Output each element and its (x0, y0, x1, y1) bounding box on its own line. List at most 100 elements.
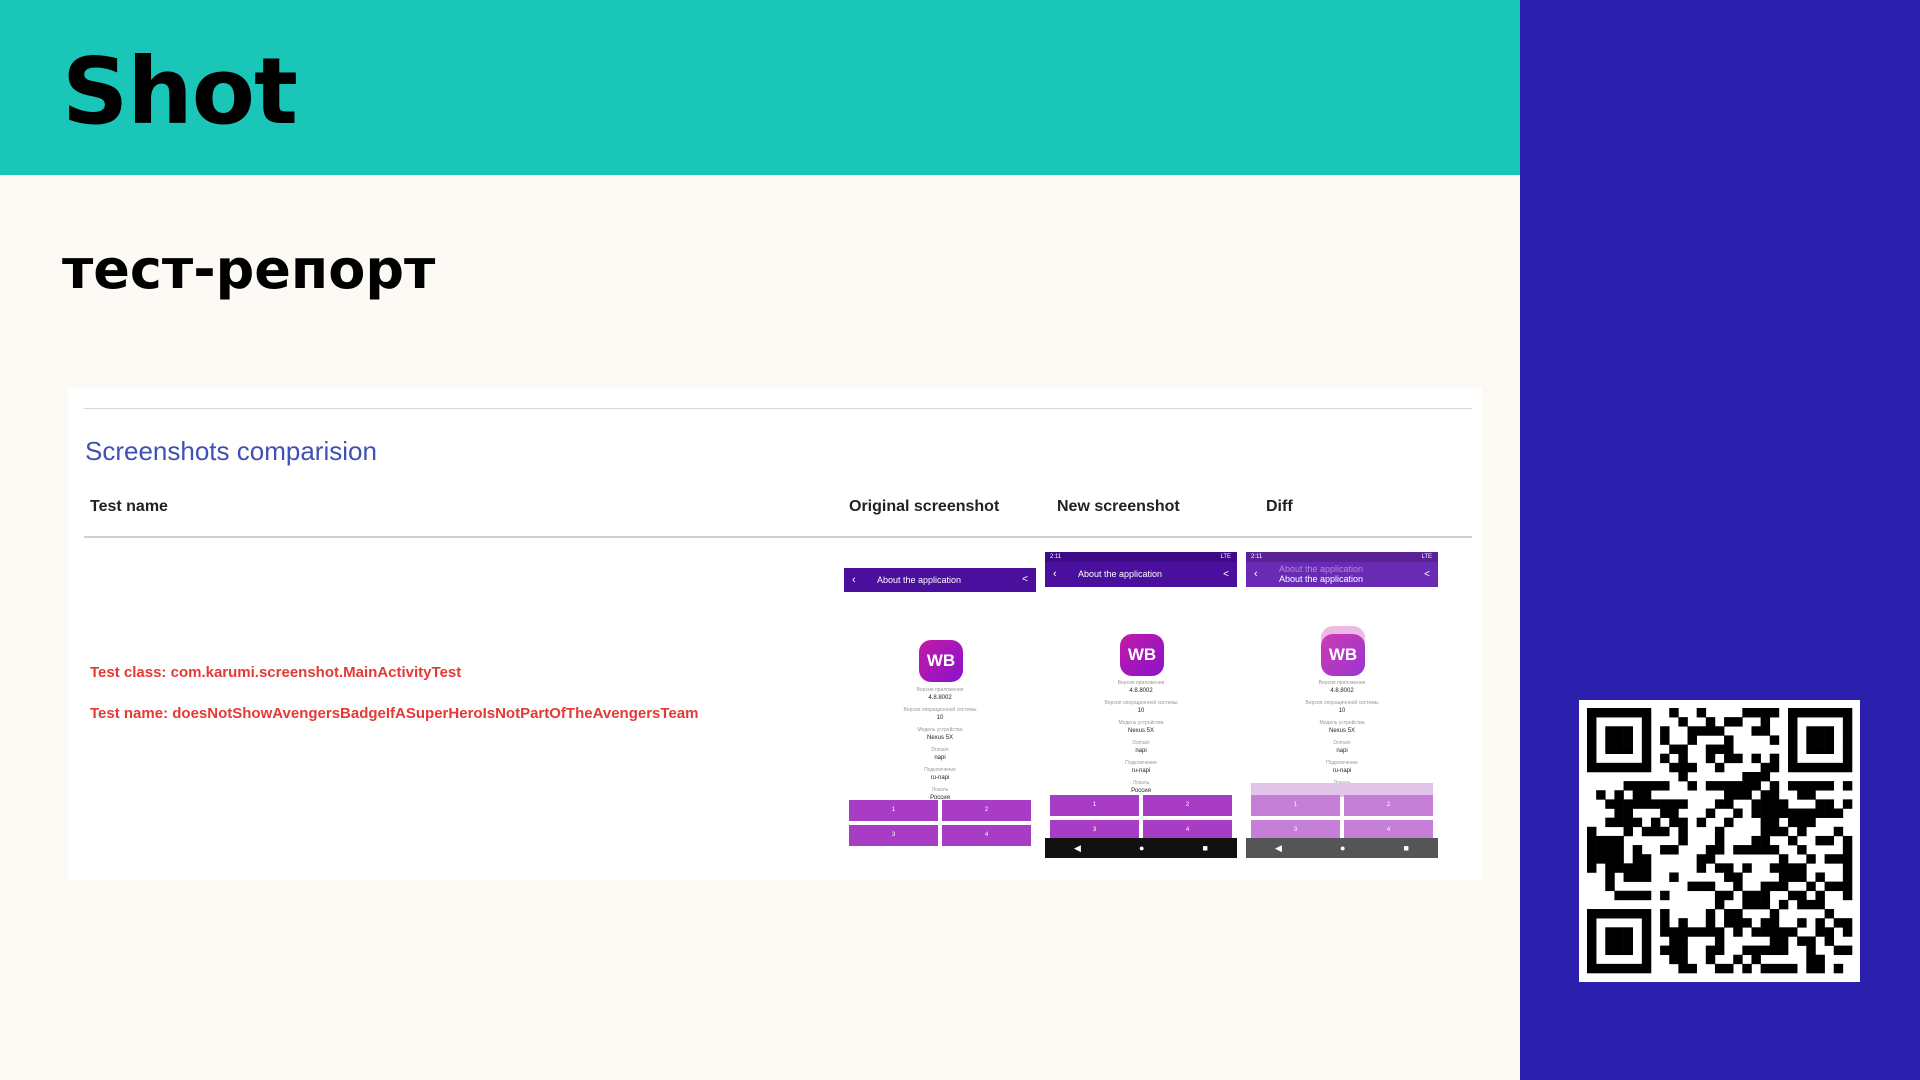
qr-module (1842, 927, 1853, 937)
qr-module (1596, 963, 1606, 974)
arrow-left-icon: ‹ (852, 574, 856, 586)
qr-module (1815, 744, 1825, 754)
app-bar-title: About the application (1279, 574, 1364, 584)
qr-module (1714, 744, 1725, 754)
qr-module (1788, 817, 1798, 828)
app-bar-title: About the application (877, 575, 962, 585)
info-value: Россия (1131, 788, 1151, 794)
qr-module (1806, 899, 1816, 910)
qr-module (1724, 735, 1734, 745)
qr-module (1833, 945, 1844, 956)
qr-module (1769, 817, 1780, 828)
info-label: Версия приложения (1117, 680, 1165, 686)
grid-button: 1 (1251, 795, 1340, 816)
qr-module (1797, 872, 1807, 882)
qr-module (1842, 799, 1853, 809)
grid-button: 4 (942, 825, 1031, 846)
qr-module (1806, 817, 1816, 828)
share-icon: < (1022, 574, 1028, 585)
qr-module (1733, 790, 1743, 800)
qr-module (1806, 726, 1816, 736)
qr-module (1815, 872, 1825, 882)
qr-module (1824, 927, 1835, 937)
qr-module (1806, 945, 1816, 956)
qr-module (1778, 826, 1789, 837)
grid-button: 3 (849, 825, 938, 846)
qr-module (1778, 927, 1789, 937)
info-label: Локаль (931, 787, 949, 793)
info-label: Модель устройства (1118, 720, 1164, 726)
qr-module (1788, 927, 1798, 937)
qr-module (1788, 872, 1798, 882)
qr-module (1769, 826, 1780, 837)
qr-module (1678, 954, 1688, 965)
qr-module (1797, 781, 1807, 791)
qr-module (1751, 808, 1761, 818)
qr-module (1815, 762, 1825, 773)
grid-button: 2 (1143, 795, 1232, 816)
qr-module (1724, 753, 1734, 764)
qr-module (1760, 826, 1771, 837)
qr-module (1605, 735, 1615, 745)
qr-module (1842, 762, 1853, 773)
qr-module (1650, 799, 1661, 809)
qr-module (1587, 735, 1597, 745)
qr-module (1605, 762, 1615, 773)
divider (84, 536, 1472, 538)
qr-module (1797, 708, 1807, 718)
qr-module (1687, 762, 1697, 773)
qr-module (1641, 726, 1652, 736)
qr-module (1641, 909, 1652, 919)
qr-module (1669, 708, 1679, 718)
qr-module (1696, 863, 1707, 873)
qr-module (1596, 854, 1606, 864)
status-network: LTE (1220, 554, 1231, 560)
qr-module (1769, 936, 1780, 946)
app-bar: ‹ About the application About the applic… (1246, 562, 1438, 587)
qr-module (1687, 881, 1697, 892)
qr-module (1815, 963, 1825, 974)
qr-module (1806, 790, 1816, 800)
qr-module (1833, 808, 1844, 818)
report-heading: Screenshots comparision (85, 436, 377, 466)
info-value: napi (1135, 748, 1147, 754)
qr-module (1833, 762, 1844, 773)
qr-module (1760, 835, 1771, 846)
qr-module (1824, 781, 1835, 791)
qr-module (1760, 963, 1771, 974)
qr-module (1788, 744, 1798, 754)
qr-module (1596, 845, 1606, 855)
qr-module (1705, 909, 1716, 919)
qr-module (1724, 863, 1734, 873)
qr-module (1815, 918, 1825, 928)
qr-module (1724, 790, 1734, 800)
qr-module (1742, 899, 1752, 910)
qr-module (1587, 762, 1597, 773)
qr-module (1760, 845, 1771, 855)
qr-module (1678, 945, 1688, 956)
qr-module (1815, 899, 1825, 910)
qr-module (1614, 735, 1624, 745)
qr-module (1623, 808, 1633, 818)
info-value: Nexus 5X (1127, 728, 1154, 734)
qr-module (1824, 909, 1835, 919)
qr-module (1632, 762, 1643, 773)
qr-module (1742, 963, 1752, 974)
qr-module (1733, 881, 1743, 892)
qr-module (1587, 753, 1597, 764)
app-bar-title: About the application (1078, 569, 1163, 579)
qr-module (1641, 927, 1652, 937)
qr-module (1724, 963, 1734, 974)
qr-module (1788, 762, 1798, 773)
qr-module (1678, 762, 1688, 773)
qr-module (1751, 708, 1761, 718)
qr-module (1705, 845, 1716, 855)
qr-module (1760, 771, 1771, 782)
test-class-label: Test class: com.karumi.screenshot.MainAc… (90, 664, 462, 681)
qr-module (1733, 845, 1743, 855)
qr-module (1778, 945, 1789, 956)
qr-module (1815, 835, 1825, 846)
qr-module (1669, 954, 1679, 965)
qr-module (1788, 717, 1798, 727)
qr-module (1641, 735, 1652, 745)
